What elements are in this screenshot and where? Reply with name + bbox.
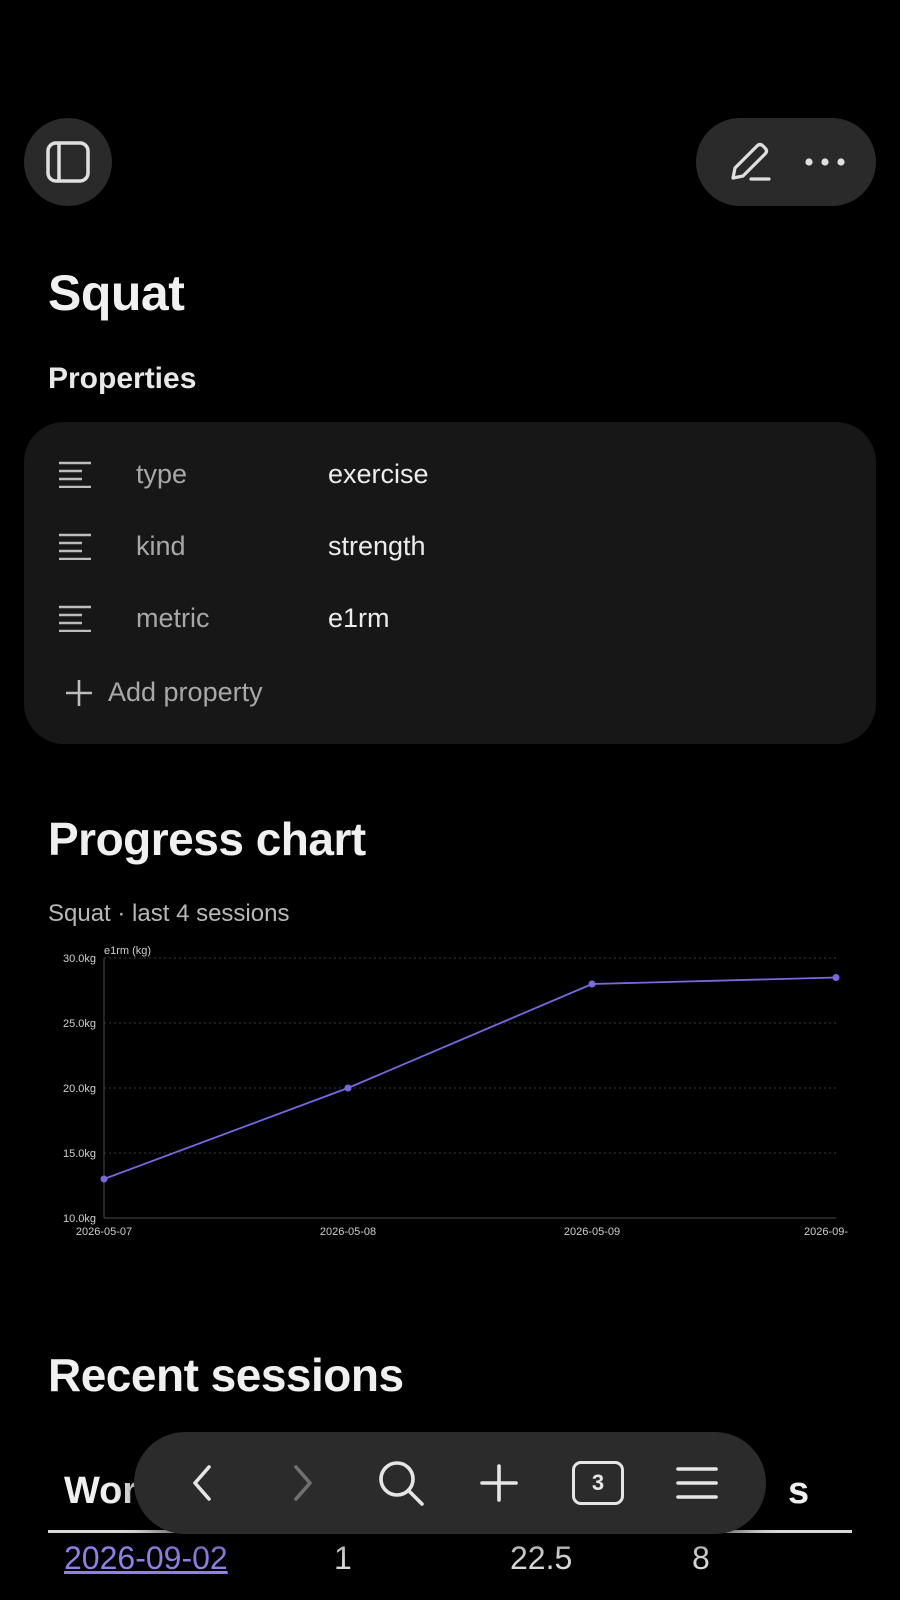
- column-header-workout[interactable]: Wor: [64, 1470, 137, 1513]
- line-chart: 10.0kg 15.0kg 20.0kg 25.0kg 30.0kg e1rm (kg) 2…: [63, 945, 848, 1238]
- more-options-button[interactable]: [803, 152, 847, 172]
- property-key: metric: [136, 602, 210, 633]
- table-row: 2026-09-02 1 22.5 8: [48, 1540, 852, 1590]
- top-actions: [696, 118, 876, 206]
- menu-icon: [675, 1467, 718, 1499]
- pencil-icon: [725, 138, 773, 186]
- recent-sessions-heading: Recent sessions: [48, 1349, 404, 1401]
- property-value[interactable]: exercise: [328, 459, 429, 490]
- properties-panel: type exercise kind strength metric e1rm: [24, 422, 876, 744]
- data-point: [832, 974, 840, 981]
- x-tick-label: 2026-05-07: [76, 1226, 132, 1238]
- data-point: [344, 1084, 352, 1092]
- edit-button[interactable]: [725, 138, 773, 186]
- y-tick-label: 30.0kg: [63, 953, 96, 965]
- search-icon: [378, 1461, 424, 1506]
- text-lines-icon: [58, 459, 92, 489]
- back-button[interactable]: [171, 1451, 235, 1515]
- y-tick-label: 25.0kg: [63, 1018, 96, 1030]
- y-tick-label: 15.0kg: [63, 1148, 96, 1160]
- x-tick-label: 2026-09-: [804, 1226, 848, 1238]
- new-note-button[interactable]: [467, 1451, 531, 1515]
- text-lines-icon: [58, 531, 92, 561]
- plus-icon: [64, 678, 94, 708]
- property-row-metric[interactable]: metric e1rm: [58, 598, 838, 638]
- session-reps: 8: [692, 1540, 710, 1576]
- properties-heading: Properties: [48, 362, 197, 395]
- more-horizontal-icon: [803, 152, 847, 172]
- sidebar-icon: [44, 138, 92, 186]
- y-axis-label: e1rm (kg): [104, 945, 151, 957]
- page-title: Squat: [48, 265, 185, 321]
- add-property-label: Add property: [108, 677, 263, 707]
- y-tick-label: 20.0kg: [63, 1083, 96, 1095]
- forward-button[interactable]: [270, 1451, 334, 1515]
- chart-subtitle: Squat · last 4 sessions: [48, 900, 290, 927]
- property-key: kind: [136, 530, 186, 561]
- sidebar-toggle-button[interactable]: [24, 118, 112, 206]
- property-row-type[interactable]: type exercise: [58, 454, 838, 494]
- y-tick-label: 10.0kg: [63, 1213, 96, 1225]
- property-value[interactable]: e1rm: [328, 603, 390, 634]
- plus-icon: [480, 1464, 519, 1502]
- data-point: [100, 1175, 108, 1183]
- tab-count-badge: 3: [571, 1461, 624, 1505]
- session-date-link[interactable]: 2026-09-02: [64, 1540, 228, 1577]
- x-tick-label: 2026-05-09: [564, 1226, 620, 1238]
- property-row-kind[interactable]: kind strength: [58, 526, 838, 566]
- bottom-toolbar: 3: [134, 1432, 766, 1534]
- chevron-right-icon: [294, 1465, 312, 1501]
- data-point: [588, 980, 596, 988]
- column-header-reps[interactable]: s: [788, 1470, 809, 1513]
- tabs-button[interactable]: 3: [566, 1451, 630, 1515]
- text-lines-icon: [58, 603, 92, 633]
- progress-chart-heading: Progress chart: [48, 813, 366, 865]
- series-line: [103, 976, 837, 1180]
- menu-button[interactable]: [665, 1451, 729, 1515]
- search-button[interactable]: [369, 1451, 433, 1515]
- session-weight: 22.5: [510, 1540, 573, 1576]
- property-key: type: [136, 458, 188, 489]
- chevron-left-icon: [193, 1465, 212, 1501]
- session-sets: 1: [334, 1540, 352, 1576]
- property-value[interactable]: strength: [328, 531, 426, 562]
- add-property-button[interactable]: Add property: [64, 677, 263, 708]
- x-tick-label: 2026-05-08: [320, 1226, 376, 1238]
- progress-chart: 10.0kg 15.0kg 20.0kg 25.0kg 30.0kg e1rm (kg) 2…: [40, 940, 860, 1240]
